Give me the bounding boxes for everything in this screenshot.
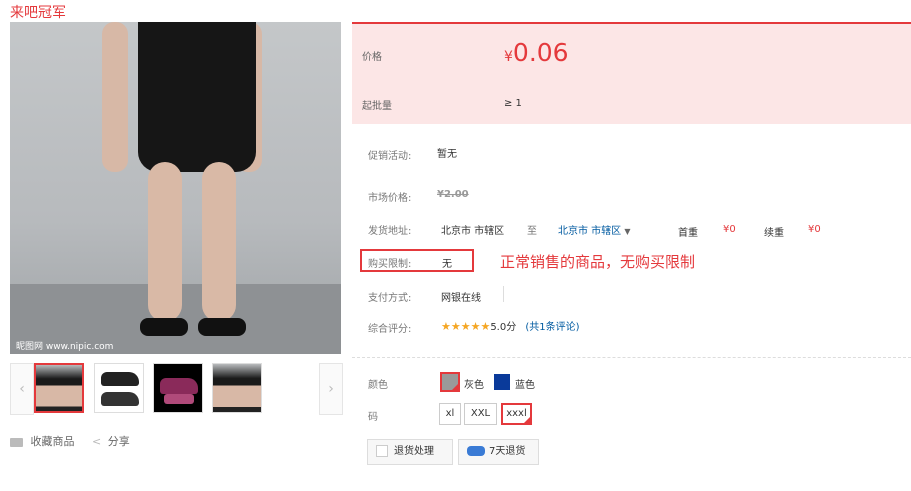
first-weight-value: ¥0 [723, 224, 736, 235]
extra-weight-value: ¥0 [808, 224, 821, 235]
size-option-xxl[interactable]: XXL [464, 403, 497, 425]
thumb-next-button[interactable]: › [319, 363, 343, 415]
thumbnail-sneaker-purple[interactable] [153, 363, 203, 413]
image-left-shoe [140, 318, 188, 336]
price-label: 价格 [362, 52, 382, 63]
ship-to-value: 北京市 市辖区 [558, 226, 622, 237]
color-swatch-gray[interactable] [440, 372, 460, 392]
price-display: ¥0.06 [504, 38, 569, 67]
pay-divider [503, 286, 504, 302]
thumb-prev-button[interactable]: ‹ [10, 363, 34, 415]
promo-value: 暂无 [437, 149, 457, 160]
moq-value: ≥ 1 [504, 98, 522, 109]
thumbnail-sneaker-black[interactable] [94, 363, 144, 413]
rating-stars: ★★★★★ [441, 320, 491, 333]
favorite-link[interactable]: 收藏商品 [31, 435, 75, 448]
share-link[interactable]: 分享 [108, 435, 130, 448]
product-main-image[interactable]: 昵图网 www.nipic.com [10, 22, 341, 354]
return-service-label: 退货处理 [394, 446, 434, 457]
thumbnail-strip: ‹ › [10, 363, 343, 415]
rating-score: 5.0分 [490, 322, 517, 333]
color-option-blue[interactable]: 蓝色 [515, 376, 535, 391]
divider [352, 357, 911, 358]
rating-row: ★★★★★5.0分 (共1条评论) [441, 318, 580, 333]
image-left-arm [102, 22, 128, 172]
color-label: 颜色 [368, 380, 388, 391]
image-skirt [138, 22, 256, 172]
moq-label: 起批量 [362, 101, 392, 112]
image-watermark: 昵图网 www.nipic.com [16, 342, 114, 352]
ship-from: 北京市 市辖区 [441, 226, 505, 237]
image-right-shoe [198, 318, 246, 336]
extra-weight-label: 续重 [764, 228, 784, 239]
selected-check-icon [450, 382, 460, 392]
ship-to-word: 至 [527, 226, 537, 237]
share-icon: < [92, 435, 102, 448]
size-label: 码 [368, 412, 378, 423]
ship-label: 发货地址: [368, 226, 412, 237]
size-option-xl[interactable]: xl [439, 403, 461, 425]
store-title: 来吧冠军 [10, 5, 66, 21]
limit-label: 购买限制: [368, 259, 412, 270]
return-service-button[interactable]: 退货处理 [367, 439, 453, 465]
folder-icon [10, 437, 23, 447]
price-currency: ¥ [504, 49, 513, 65]
favorite-share-bar: 收藏商品 < 分享 [10, 433, 130, 449]
seven-day-icon [467, 446, 485, 456]
image-left-leg [148, 162, 182, 322]
first-weight-label: 首重 [678, 228, 698, 239]
size-option-xxxl[interactable]: xxxl [501, 403, 532, 425]
chevron-down-icon: ▼ [624, 227, 631, 236]
pay-label: 支付方式: [368, 293, 412, 304]
seven-day-return-button[interactable]: 7天退货 [458, 439, 539, 465]
color-option-gray[interactable]: 灰色 [464, 376, 484, 391]
price-box: 价格 ¥0.06 起批量 ≥ 1 [352, 22, 911, 124]
selected-check-icon [522, 415, 532, 425]
thumbnail-skirt[interactable] [34, 363, 84, 413]
rating-label: 综合评分: [368, 324, 412, 335]
thumbnail-skirt-alt[interactable] [212, 363, 262, 413]
price-value: 0.06 [512, 38, 569, 67]
market-price-label: 市场价格: [368, 193, 412, 204]
pay-value: 网银在线 [441, 293, 481, 304]
promo-label: 促销活动: [368, 151, 412, 162]
ship-to-select[interactable]: 北京市 市辖区 ▼ [558, 222, 631, 237]
color-swatch-blue[interactable] [494, 374, 510, 390]
seven-day-label: 7天退货 [489, 446, 526, 457]
return-icon [376, 445, 388, 457]
limit-value: 无 [442, 259, 452, 270]
image-right-leg [202, 162, 236, 322]
market-price-value: ¥2.00 [437, 189, 469, 200]
limit-note: 正常销售的商品，无购买限制 [500, 253, 696, 271]
review-link[interactable]: (共1条评论) [525, 322, 579, 333]
